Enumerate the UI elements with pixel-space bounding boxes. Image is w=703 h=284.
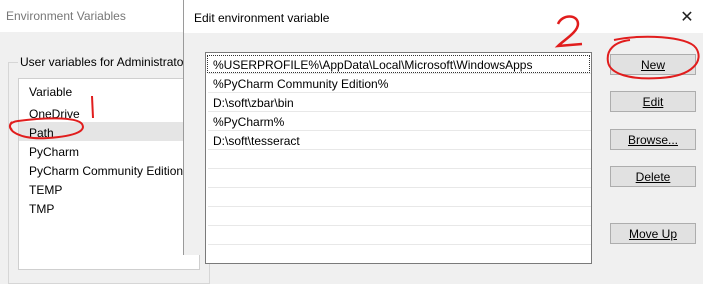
- new-button-label: New: [640, 57, 665, 72]
- edit-environment-variable-dialog: Edit environment variable ✕ %USERPROFILE…: [183, 0, 703, 264]
- variable-row-tmp[interactable]: TMP: [29, 202, 54, 216]
- user-variables-list[interactable]: Variable OneDrive Path PyCharm PyCharm C…: [18, 78, 200, 270]
- delete-button-label: Delete: [635, 169, 671, 184]
- path-entries-list[interactable]: %USERPROFILE%\AppData\Local\Microsoft\Wi…: [205, 52, 592, 264]
- move-up-button[interactable]: Move Up: [610, 223, 696, 244]
- browse-button-label: Browse...: [627, 132, 678, 147]
- edit-button-label: Edit: [642, 94, 664, 109]
- move-up-button-label: Move Up: [628, 226, 678, 241]
- close-icon[interactable]: ✕: [676, 6, 698, 28]
- row-divider: [208, 92, 591, 93]
- variable-row-path[interactable]: Path: [29, 126, 54, 140]
- variable-row-pycharm-community[interactable]: PyCharm Community Edition: [29, 164, 183, 178]
- path-entry[interactable]: %PyCharm Community Edition%: [213, 77, 388, 91]
- row-divider: [208, 73, 591, 74]
- delete-button[interactable]: Delete: [610, 166, 696, 187]
- row-divider: [208, 168, 591, 169]
- variable-column-header[interactable]: Variable: [29, 85, 72, 99]
- row-divider: [208, 206, 591, 207]
- row-divider: [208, 130, 591, 131]
- path-entry[interactable]: D:\soft\zbar\bin: [213, 96, 294, 110]
- row-divider: [208, 225, 591, 226]
- path-entry[interactable]: %USERPROFILE%\AppData\Local\Microsoft\Wi…: [213, 58, 532, 72]
- variable-row-pycharm[interactable]: PyCharm: [29, 145, 79, 159]
- variable-row-onedrive[interactable]: OneDrive: [29, 107, 80, 121]
- row-divider: [208, 244, 591, 245]
- new-button[interactable]: New: [610, 54, 696, 75]
- dialog-title: Edit environment variable: [194, 11, 330, 25]
- user-variables-label: User variables for Administrator: [18, 55, 190, 69]
- row-divider: [208, 111, 591, 112]
- path-entry[interactable]: %PyCharm%: [213, 115, 284, 129]
- row-divider: [208, 187, 591, 188]
- edit-button[interactable]: Edit: [610, 91, 696, 112]
- dialog-titlebar: Edit environment variable ✕: [184, 0, 703, 33]
- browse-button[interactable]: Browse...: [610, 129, 696, 150]
- variable-row-temp[interactable]: TEMP: [29, 183, 62, 197]
- bg-window-title: Environment Variables: [6, 9, 126, 23]
- path-entry[interactable]: D:\soft\tesseract: [213, 134, 300, 148]
- row-divider: [208, 149, 591, 150]
